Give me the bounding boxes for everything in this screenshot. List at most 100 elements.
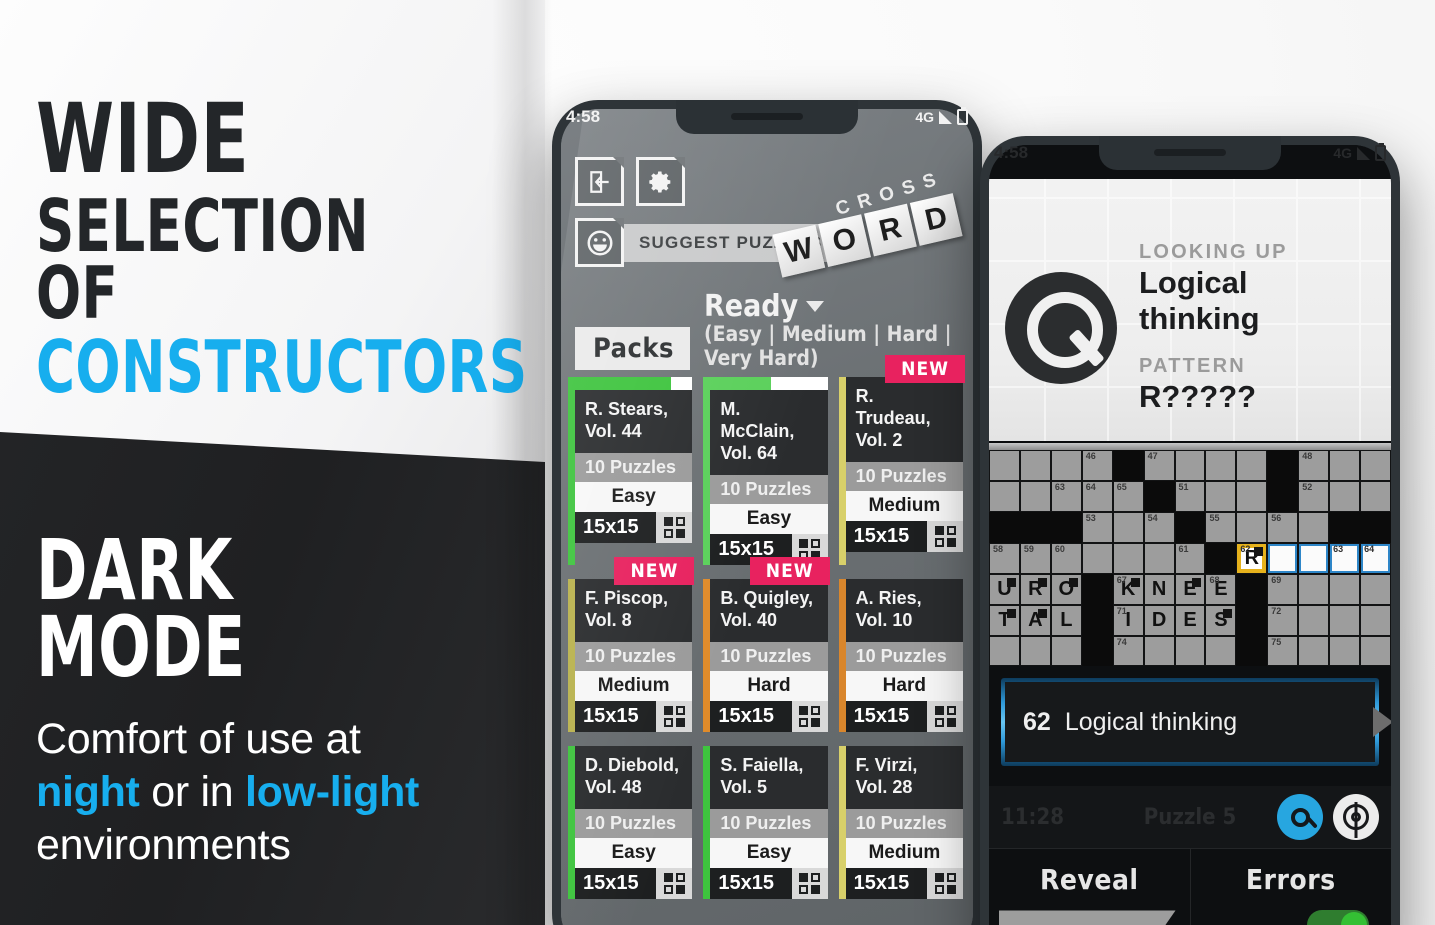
- grid-cell[interactable]: 71 I: [1112, 604, 1144, 636]
- grid-cell[interactable]: D: [1143, 604, 1175, 636]
- grid-cell[interactable]: [1329, 480, 1361, 512]
- reveal-button[interactable]: [999, 910, 1176, 925]
- grid-cell[interactable]: 60: [1050, 542, 1082, 574]
- grid-cell[interactable]: [1298, 542, 1330, 574]
- grid-cell[interactable]: [989, 480, 1020, 512]
- errors-toggle-row[interactable]: [1191, 896, 1392, 925]
- grid-cell[interactable]: [1174, 635, 1206, 667]
- pack-card[interactable]: F. Virzi, Vol. 28 10 Puzzles Medium 15x15: [838, 745, 963, 899]
- grid-cell[interactable]: 46: [1081, 450, 1113, 481]
- grid-cell[interactable]: S: [1205, 604, 1237, 636]
- grid-cell[interactable]: N: [1143, 573, 1175, 605]
- grid-cell[interactable]: 55: [1205, 511, 1237, 543]
- grid-cell[interactable]: [1205, 450, 1237, 481]
- grid-cell[interactable]: [1019, 635, 1051, 667]
- clue-bar[interactable]: 62 Logical thinking: [1001, 678, 1391, 767]
- tab-packs[interactable]: Packs: [575, 327, 690, 370]
- grid-cell[interactable]: 47: [1143, 450, 1175, 481]
- grid-cell[interactable]: 53: [1081, 511, 1113, 543]
- pack-card[interactable]: NEW B. Quigley, Vol. 40 10 Puzzles Hard 15x15: [703, 556, 830, 732]
- grid-cell[interactable]: 69: [1267, 573, 1299, 605]
- grid-cell[interactable]: [1360, 450, 1391, 481]
- pack-card[interactable]: R. Stears, Vol. 44 10 Puzzles Easy 15x15: [568, 377, 693, 565]
- grid-cell[interactable]: [1298, 604, 1330, 636]
- grid-cell[interactable]: [989, 450, 1020, 481]
- grid-cell[interactable]: [1360, 635, 1391, 667]
- grid-cell[interactable]: 65: [1112, 480, 1144, 512]
- grid-cell[interactable]: 58: [989, 542, 1020, 574]
- chevron-right-icon[interactable]: [1373, 707, 1391, 738]
- errors-section[interactable]: Errors: [1189, 849, 1392, 925]
- grid-cell[interactable]: [1236, 450, 1268, 481]
- grid-cell[interactable]: 61: [1174, 542, 1206, 574]
- clue-bar-content[interactable]: 62 Logical thinking: [1005, 682, 1375, 763]
- grid-cell[interactable]: [1298, 635, 1330, 667]
- grid-cell[interactable]: [1267, 542, 1299, 574]
- grid-cell[interactable]: [1360, 573, 1391, 605]
- pack-card[interactable]: NEW R. Trudeau, Vol. 2 10 Puzzles Medium 15x1…: [838, 355, 965, 565]
- crossword-grid[interactable]: 46 47 48 63 64 65 51 52 53 54 55 56 58 59 60 61 62 R 63 64 U…: [989, 450, 1391, 667]
- grid-cell[interactable]: A: [1019, 604, 1051, 636]
- grid-cell[interactable]: 63: [1050, 480, 1082, 512]
- grid-cell[interactable]: [1205, 635, 1237, 667]
- grid-cell[interactable]: [1236, 480, 1268, 512]
- chevron-down-icon[interactable]: [806, 301, 825, 312]
- grid-cell[interactable]: [1298, 511, 1330, 543]
- grid-cell[interactable]: [1143, 635, 1175, 667]
- grid-cell[interactable]: 67 K: [1112, 573, 1144, 605]
- pack-card[interactable]: NEW F. Piscop, Vol. 8 10 Puzzles Medium 15x15: [568, 556, 695, 732]
- exit-door-icon[interactable]: [575, 157, 624, 206]
- grid-cell[interactable]: [1298, 573, 1330, 605]
- difficulty-filter-value-row[interactable]: Ready: [704, 289, 959, 324]
- pack-card[interactable]: S. Faiella, Vol. 5 10 Puzzles Easy 15x15: [703, 745, 828, 899]
- grid-cell[interactable]: 64: [1081, 480, 1113, 512]
- grid-cell[interactable]: E: [1174, 604, 1206, 636]
- pack-card[interactable]: M. McClain, Vol. 64 10 Puzzles Easy 15x15: [703, 377, 828, 565]
- grid-cell[interactable]: [1050, 450, 1082, 481]
- grid-cell[interactable]: [1112, 542, 1144, 574]
- grid-cell[interactable]: 56: [1267, 511, 1299, 543]
- grid-cell[interactable]: 51: [1174, 480, 1206, 512]
- grid-cell[interactable]: 54: [1143, 511, 1175, 543]
- help-button[interactable]: [1333, 794, 1379, 841]
- grid-cell[interactable]: 59: [1019, 542, 1051, 574]
- grid-cell[interactable]: O: [1050, 573, 1082, 605]
- grid-cell[interactable]: U: [989, 573, 1020, 605]
- grid-cell[interactable]: [1143, 542, 1175, 574]
- grid-cell[interactable]: 48: [1298, 450, 1330, 481]
- grid-cell[interactable]: [1329, 573, 1361, 605]
- grid-cell[interactable]: [1081, 542, 1113, 574]
- grid-cell[interactable]: 52: [1298, 480, 1330, 512]
- grid-cell[interactable]: [1019, 480, 1051, 512]
- grid-cell[interactable]: [1050, 635, 1082, 667]
- grid-cell[interactable]: 63: [1329, 542, 1361, 574]
- grid-cell[interactable]: [1329, 635, 1361, 667]
- crossword-grid-panel[interactable]: 46 47 48 63 64 65 51 52 53 54 55 56 58 59 60 61 62 R 63 64 U…: [989, 441, 1391, 667]
- grid-cell[interactable]: [1019, 450, 1051, 481]
- grid-cell[interactable]: L: [1050, 604, 1082, 636]
- pack-card[interactable]: A. Ries, Vol. 10 10 Puzzles Hard 15x15: [838, 578, 963, 732]
- grid-cell[interactable]: 74: [1112, 635, 1144, 667]
- grid-cell[interactable]: 68 E: [1205, 573, 1237, 605]
- grid-cell[interactable]: [1112, 511, 1144, 543]
- gear-icon[interactable]: [636, 157, 685, 206]
- search-button[interactable]: [1277, 794, 1323, 841]
- pack-card[interactable]: D. Diebold, Vol. 48 10 Puzzles Easy 15x15: [568, 745, 693, 899]
- grid-cell[interactable]: [1360, 604, 1391, 636]
- grid-cell[interactable]: 75: [1267, 635, 1299, 667]
- grid-cell[interactable]: 62 R: [1236, 542, 1268, 574]
- reveal-section[interactable]: Reveal: [989, 849, 1190, 925]
- smiley-face-icon[interactable]: [575, 218, 624, 267]
- grid-cell[interactable]: [989, 635, 1020, 667]
- grid-cell[interactable]: 64: [1360, 542, 1391, 574]
- grid-cell[interactable]: E: [1174, 573, 1206, 605]
- grid-cell[interactable]: 72: [1267, 604, 1299, 636]
- grid-cell[interactable]: [1360, 480, 1391, 512]
- grid-cell[interactable]: [1329, 450, 1361, 481]
- grid-cell[interactable]: [1329, 604, 1361, 636]
- grid-cell[interactable]: [1205, 480, 1237, 512]
- grid-cell[interactable]: R: [1019, 573, 1051, 605]
- grid-cell[interactable]: T: [989, 604, 1020, 636]
- errors-toggle[interactable]: [1307, 910, 1369, 925]
- grid-cell[interactable]: [1174, 450, 1206, 481]
